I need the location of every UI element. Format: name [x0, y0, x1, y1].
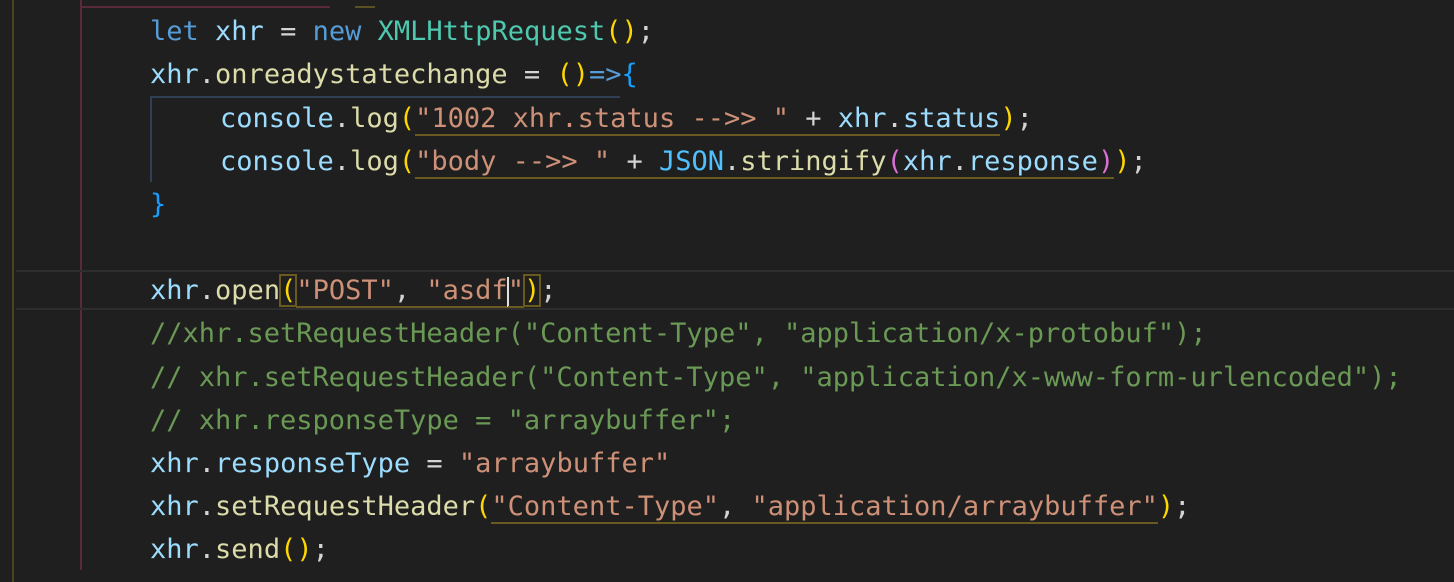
property-status: status	[902, 103, 1001, 136]
paren-close: )	[296, 534, 313, 565]
code-line-send[interactable]: xhr.send();	[150, 530, 329, 570]
paren-close: )	[572, 59, 589, 90]
identifier-xhr: xhr	[150, 59, 199, 90]
identifier-xhr: xhr	[837, 103, 887, 136]
arrow-operator: =>	[588, 59, 622, 90]
dot: .	[198, 491, 216, 522]
code-line-console-log-status[interactable]: console.log("1002 xhr.status -->> " + xh…	[220, 99, 1033, 139]
dot: .	[198, 275, 216, 306]
paren-open-matched: (	[279, 274, 298, 307]
string-url: "asdf	[426, 275, 508, 308]
comment-text: // xhr.setRequestHeader("Content-Type", …	[150, 362, 1402, 393]
brace-close: }	[150, 189, 167, 220]
string-url-quote: "	[507, 275, 524, 308]
string-application-arraybuffer: "application/arraybuffer"	[751, 491, 1158, 524]
code-line-xhr-open[interactable]: xhr.open("POST", "asdf");	[150, 271, 556, 311]
identifier-console: console	[220, 146, 334, 177]
paren-open: (	[605, 16, 622, 47]
operator-assign: =	[507, 59, 557, 90]
dot: .	[724, 146, 741, 179]
identifier-xhr: xhr	[215, 16, 264, 47]
paren-close: )	[1114, 146, 1131, 177]
brace-open: {	[621, 59, 638, 90]
paren-close: )	[1000, 103, 1017, 134]
property-onreadystatechange: onreadystatechange	[215, 59, 508, 90]
operator-plus: +	[610, 146, 659, 179]
code-line-responsetype[interactable]: xhr.responseType = "arraybuffer"	[150, 444, 670, 484]
function-stringify: stringify	[740, 146, 887, 179]
paren-open: (	[475, 491, 492, 522]
code-line-onreadystatechange[interactable]: xhr.onreadystatechange = ()=>{	[150, 55, 638, 95]
identifier-xhr: xhr	[150, 534, 199, 565]
function-send: send	[215, 534, 281, 565]
dot: .	[198, 448, 216, 479]
paren-close: )	[621, 16, 638, 47]
identifier-xhr: xhr	[150, 448, 199, 479]
semicolon: ;	[1174, 491, 1191, 522]
operator-assign: =	[263, 16, 313, 47]
bracket-guide-top	[80, 6, 330, 8]
paren-open-inner: (	[886, 146, 903, 179]
paren-close: )	[1157, 491, 1175, 522]
operator-assign: =	[410, 448, 459, 479]
keyword-let: let	[150, 16, 199, 47]
identifier-xhr: xhr	[150, 275, 199, 306]
string-content-type: "Content-Type"	[491, 491, 719, 524]
paren-open: (	[398, 103, 416, 134]
identifier-json: JSON	[658, 146, 724, 179]
class-xmlhttprequest: XMLHttpRequest	[377, 16, 606, 47]
semicolon: ;	[312, 534, 329, 565]
indent-guide-arrow-fn	[150, 96, 152, 182]
code-line-comment-responsetype[interactable]: // xhr.responseType = "arraybuffer";	[150, 401, 735, 441]
comma: ,	[393, 275, 427, 308]
indent-guide-outer	[12, 0, 14, 582]
semicolon: ;	[1130, 146, 1147, 177]
dot: .	[951, 146, 968, 179]
comment-text: //xhr.setRequestHeader("Content-Type", "…	[150, 318, 1207, 349]
dot: .	[198, 59, 216, 90]
semicolon: ;	[1016, 103, 1033, 134]
semicolon: ;	[540, 275, 557, 306]
identifier-console: console	[220, 103, 334, 134]
dot: .	[886, 103, 903, 136]
paren-open: (	[398, 146, 416, 177]
string-literal: "1002 xhr.status -->> "	[415, 103, 789, 136]
function-log: log	[350, 103, 399, 134]
identifier-xhr: xhr	[150, 491, 199, 522]
code-line-xhr-declaration[interactable]: let xhr = new XMLHttpRequest();	[150, 12, 654, 52]
paren-open: (	[556, 59, 573, 90]
bracket-guide-arrow-fn	[150, 96, 620, 98]
code-line-comment-urlencoded[interactable]: // xhr.setRequestHeader("Content-Type", …	[150, 358, 1402, 398]
keyword-new: new	[312, 16, 362, 47]
bracket-guide-top-yellow	[355, 6, 375, 8]
dot: .	[198, 534, 216, 565]
string-literal: "body -->> "	[415, 146, 611, 179]
identifier-xhr: xhr	[902, 146, 952, 179]
comma: ,	[718, 491, 752, 524]
semicolon: ;	[637, 16, 655, 47]
property-responsetype: responseType	[215, 448, 411, 479]
comment-text: // xhr.responseType = "arraybuffer";	[150, 405, 736, 436]
paren-close-inner: )	[1097, 146, 1115, 179]
operator-plus: +	[788, 103, 838, 136]
dot: .	[333, 103, 351, 134]
code-line-comment-protobuf[interactable]: //xhr.setRequestHeader("Content-Type", "…	[150, 314, 1207, 354]
function-log: log	[350, 146, 399, 177]
property-response: response	[967, 146, 1098, 179]
string-post: "POST"	[296, 275, 394, 308]
code-line-setrequestheader[interactable]: xhr.setRequestHeader("Content-Type", "ap…	[150, 487, 1190, 527]
function-open: open	[215, 275, 281, 306]
code-line-brace-close[interactable]: }	[150, 185, 166, 225]
string-arraybuffer: "arraybuffer"	[458, 448, 671, 479]
code-editor[interactable]: let xhr = new XMLHttpRequest(); xhr.onre…	[0, 0, 1454, 582]
paren-open: (	[280, 534, 297, 565]
function-setrequestheader: setRequestHeader	[215, 491, 476, 522]
code-line-console-log-body[interactable]: console.log("body -->> " + JSON.stringif…	[220, 142, 1147, 182]
dot: .	[333, 146, 351, 177]
paren-close-matched: )	[522, 274, 542, 307]
